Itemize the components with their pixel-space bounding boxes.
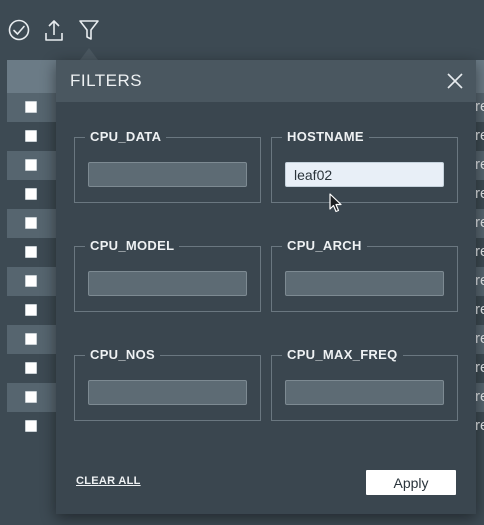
row-edge-text: re [475,128,484,144]
modal-caret [80,48,98,60]
cpu-arch-input[interactable] [285,271,444,296]
filter-field-cpu-arch: CPU_ARCH [271,238,458,312]
row-edge-text: re [475,215,484,231]
row-edge-text: re [475,244,484,260]
row-checkbox[interactable] [25,304,37,316]
row-checkbox[interactable] [25,246,37,258]
row-checkbox[interactable] [25,188,37,200]
filter-field-cpu-model: CPU_MODEL [74,238,261,312]
row-edge-text: re [475,157,484,173]
modal-header: FILTERS [56,60,476,102]
cpu-nos-input[interactable] [88,380,247,405]
row-checkbox[interactable] [25,159,37,171]
row-edge-text: re [475,99,484,115]
hostname-input[interactable] [285,162,444,187]
field-label: CPU_ARCH [282,238,367,253]
field-label: CPU_NOS [85,347,160,362]
field-label: CPU_MODEL [85,238,180,253]
filters-modal: FILTERS CPU_DATA HOSTNAME CPU_MODEL CPU_… [56,60,476,514]
filter-field-hostname: HOSTNAME [271,129,458,203]
filter-field-cpu-max-freq: CPU_MAX_FREQ [271,347,458,421]
row-edge-text: re [475,186,484,202]
row-checkbox[interactable] [25,217,37,229]
row-checkbox[interactable] [25,391,37,403]
apply-button[interactable]: Apply [366,470,456,495]
row-edge-text: re [475,389,484,405]
field-label: HOSTNAME [282,129,369,144]
modal-title: FILTERS [70,71,143,90]
row-checkbox[interactable] [25,275,37,287]
cpu-max-freq-input[interactable] [285,380,444,405]
field-label: CPU_MAX_FREQ [282,347,403,362]
field-label: CPU_DATA [85,129,167,144]
toolbar [0,0,484,58]
upload-icon[interactable] [42,17,66,43]
filter-icon[interactable] [77,17,101,43]
row-edge-text: re [475,331,484,347]
row-checkbox[interactable] [25,130,37,142]
clear-all-link[interactable]: CLEAR ALL [76,475,141,487]
row-edge-text: re [475,273,484,289]
row-checkbox[interactable] [25,362,37,374]
filter-field-cpu-nos: CPU_NOS [74,347,261,421]
row-checkbox[interactable] [25,420,37,432]
filter-field-cpu-data: CPU_DATA [74,129,261,203]
cpu-data-input[interactable] [88,162,247,187]
row-edge-text: re [475,418,484,434]
row-checkbox[interactable] [25,101,37,113]
row-edge-text: re [475,360,484,376]
close-button[interactable] [446,72,464,90]
check-circle-icon[interactable] [7,17,31,43]
row-edge-text: re [475,302,484,318]
cpu-model-input[interactable] [88,271,247,296]
row-checkbox[interactable] [25,333,37,345]
close-icon [447,73,463,89]
